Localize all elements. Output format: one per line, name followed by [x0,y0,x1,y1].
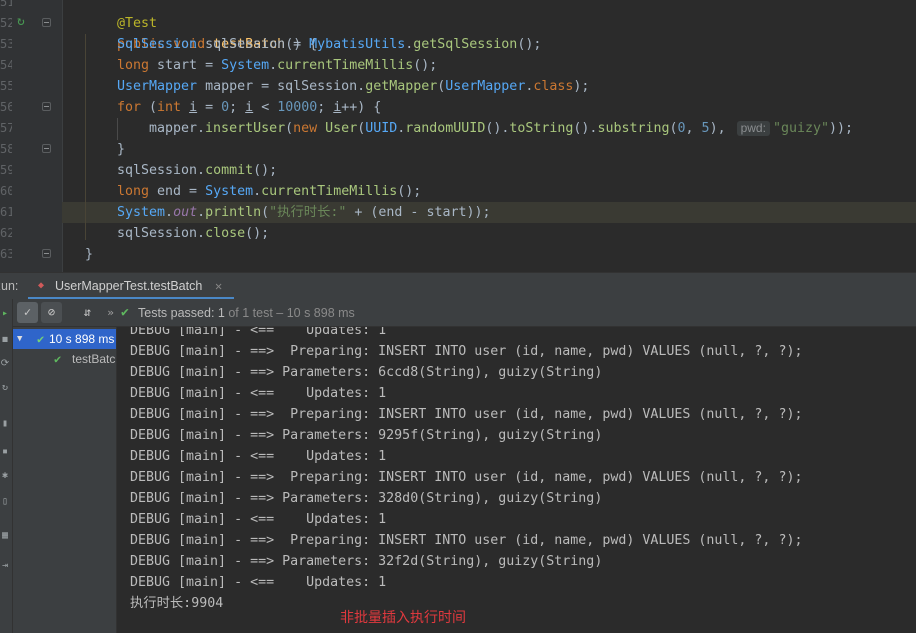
fold-icon[interactable] [42,249,51,258]
console-line: DEBUG [main] - ==> Preparing: INSERT INT… [130,470,803,485]
code-line: } [85,247,94,262]
run-tool-strip: ▸ ◼ ⟳ ↻ ▮ ▪ ✱ ▯ ▦ ⇥ [0,299,13,633]
console-line: DEBUG [main] - ==> Parameters: 32f2d(Str… [130,554,603,569]
pin-tab-icon[interactable]: ⇥ [0,561,10,571]
console-line: DEBUG [main] - ==> Preparing: INSERT INT… [130,407,803,422]
line-number: 60 [0,184,12,198]
show-passed-toggle[interactable]: ✓ [17,302,38,323]
tree-test-label: testBatch [72,352,116,366]
code-line: } [117,142,126,157]
restore-icon[interactable]: ⟳ [0,359,10,369]
code-line: System.out.println("执行时长:" + (end - star… [117,205,491,220]
console-output[interactable]: DEBUG [main] - <== Updates: 1 DEBUG [mai… [117,327,916,633]
test-results-toolbar: ✓ ⊘ ⇵ » ✔ Tests passed: 1 of 1 test – 10… [13,299,916,327]
layout-icon[interactable]: ▯ [0,497,10,507]
tab-label: UserMapperTest.testBatch [55,279,203,293]
stop-icon[interactable]: ◼ [0,335,10,345]
code-line: SqlSession sqlSession = MybatisUtils.get… [117,37,542,52]
pin-icon[interactable]: ▮ [0,419,10,429]
test-config-icon: ◆ [38,280,45,291]
close-icon[interactable]: ✕ [215,273,222,299]
console-line: DEBUG [main] - <== Updates: 1 [130,512,387,527]
chevron-down-icon[interactable]: ▼ [17,329,22,349]
annotation-text: 非批量插入执行时间 [340,609,466,625]
check-icon: ✔ [121,305,129,320]
run-test-icon[interactable]: ↻ [17,15,25,28]
code-line: long end = System.currentTimeMillis(); [117,184,422,199]
line-number: 59 [0,163,12,177]
console-line: DEBUG [main] - <== Updates: 1 [130,449,387,464]
parameter-hint: pwd: [736,121,770,136]
export-icon[interactable]: ▪ [0,447,10,457]
line-number: 58 [0,142,12,156]
test-tree: ▼ ✔ 10 s 898 ms ✔ testBatch [13,327,117,633]
code-line: sqlSession.close(); [117,226,270,241]
show-ignored-toggle[interactable]: ⊘ [41,302,62,323]
rerun-icon[interactable]: ▸ [0,309,10,319]
line-number: 56 [0,100,12,114]
editor-gutter: 51 52 53 54 55 56 57 58 59 60 61 62 63 ↻ [0,0,62,272]
fold-icon[interactable] [42,102,51,111]
tree-test-node[interactable]: ✔ testBatch [13,349,116,369]
run-panel-header: Run: ◆ UserMapperTest.testBatch ✕ [0,272,916,300]
check-icon: ✔ [54,352,62,366]
console-line: DEBUG [main] - ==> Preparing: INSERT INT… [130,533,803,548]
line-number: 62 [0,226,12,240]
console-line: DEBUG [main] - <== Updates: 1 [130,327,387,338]
run-tab[interactable]: ◆ UserMapperTest.testBatch ✕ [28,273,234,300]
line-number: 63 [0,247,12,261]
toggle-icon[interactable]: ↻ [0,383,10,393]
test-status: Tests passed: 1 of 1 test – 10 s 898 ms [138,306,355,320]
code-line: public void testBatch() { [117,37,318,52]
code-line: @Test [117,16,158,31]
code-line: long start = System.currentTimeMillis(); [117,58,438,73]
code-editor[interactable]: 51 52 53 54 55 56 57 58 59 60 61 62 63 ↻… [0,0,916,272]
line-number: 55 [0,79,12,93]
tree-root-node[interactable]: ▼ ✔ 10 s 898 ms [13,329,116,349]
settings-icon[interactable]: ✱ [0,471,10,481]
console-line: DEBUG [main] - ==> Parameters: 6ccd8(Str… [130,365,603,380]
check-icon: ✔ [37,332,45,346]
line-number: 57 [0,121,12,135]
sort-icon[interactable]: ⇵ [77,302,98,323]
line-number: 53 [0,37,12,51]
gutter-divider [62,0,63,272]
console-line: DEBUG [main] - <== Updates: 1 [130,386,387,401]
grid-icon[interactable]: ▦ [0,531,10,541]
line-number: 61 [0,205,12,219]
console-line: DEBUG [main] - ==> Parameters: 328d0(Str… [130,491,603,506]
console-line: DEBUG [main] - <== Updates: 1 [130,575,387,590]
code-line: sqlSession.commit(); [117,163,278,178]
fold-icon[interactable] [42,18,51,27]
line-number: 51 [0,0,12,9]
chevrons-right-icon[interactable]: » [100,302,121,323]
indent-guide [117,118,118,140]
run-label: Run: [0,279,19,293]
console-line: 执行时长:9904 [130,596,224,611]
console-line: DEBUG [main] - ==> Parameters: 9295f(Str… [130,428,603,443]
code-line: mapper.insertUser(new User(UUID.randomUU… [149,121,854,136]
code-line: UserMapper mapper = sqlSession.getMapper… [117,79,590,94]
tree-root-label: 10 s 898 ms [49,332,115,346]
fold-icon[interactable] [42,144,51,153]
console-line: DEBUG [main] - ==> Preparing: INSERT INT… [130,344,803,359]
line-number: 54 [0,58,12,72]
code-line: for (int i = 0; i < 10000; i++) { [117,100,382,115]
line-number: 52 [0,16,12,30]
